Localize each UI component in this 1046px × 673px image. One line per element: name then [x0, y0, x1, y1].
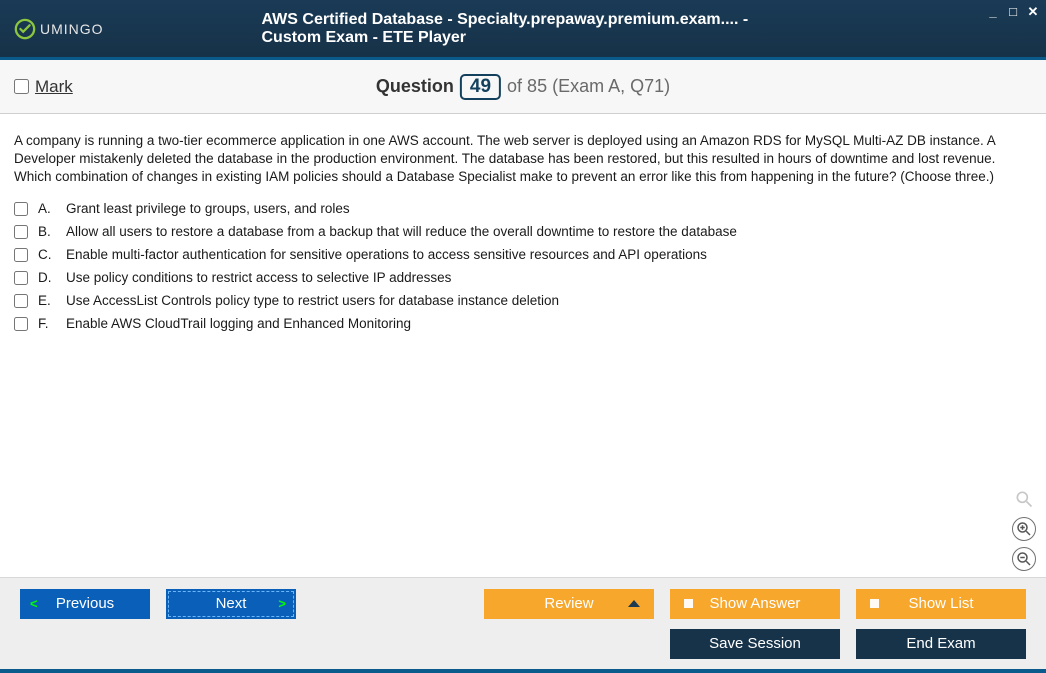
footer-bar: < Previous Next > Review Show Answer Sho… [0, 577, 1046, 673]
chevron-right-icon: > [278, 596, 286, 611]
zoom-tools [1012, 487, 1036, 571]
question-counter: Question 49 of 85 (Exam A, Q71) [376, 74, 670, 100]
title-bar: UMINGO AWS Certified Database - Specialt… [0, 0, 1046, 60]
option-letter: A. [38, 201, 56, 216]
square-icon [684, 599, 693, 608]
question-number: 49 [460, 74, 501, 100]
option-text: Use AccessList Controls policy type to r… [66, 293, 559, 308]
zoom-in-button[interactable] [1012, 517, 1036, 541]
question-info-bar: Mark Question 49 of 85 (Exam A, Q71) [0, 60, 1046, 114]
option-checkbox[interactable] [14, 248, 28, 262]
chevron-left-icon: < [30, 596, 38, 611]
button-label: Show Answer [710, 595, 801, 612]
question-of-text: of 85 (Exam A, Q71) [507, 76, 670, 97]
option-letter: C. [38, 247, 56, 262]
button-label: Next [216, 595, 247, 612]
option-e[interactable]: E. Use AccessList Controls policy type t… [14, 293, 1032, 308]
question-content: A company is running a two-tier ecommerc… [0, 114, 1046, 577]
footer-row-top: < Previous Next > Review Show Answer Sho… [20, 589, 1026, 619]
checkmark-logo-icon [14, 18, 36, 40]
app-logo: UMINGO [14, 18, 104, 40]
question-word: Question [376, 76, 454, 97]
button-label: Review [544, 595, 593, 612]
mark-label: Mark [35, 77, 73, 97]
option-a[interactable]: A. Grant least privilege to groups, user… [14, 201, 1032, 216]
option-letter: E. [38, 293, 56, 308]
option-letter: B. [38, 224, 56, 239]
previous-button[interactable]: < Previous [20, 589, 150, 619]
option-checkbox[interactable] [14, 225, 28, 239]
minimize-button[interactable]: _ [986, 4, 1000, 20]
review-button[interactable]: Review [484, 589, 654, 619]
maximize-button[interactable]: □ [1006, 4, 1020, 20]
button-label: Save Session [709, 635, 801, 652]
show-answer-button[interactable]: Show Answer [670, 589, 840, 619]
option-text: Allow all users to restore a database fr… [66, 224, 737, 239]
option-checkbox[interactable] [14, 271, 28, 285]
option-text: Enable multi-factor authentication for s… [66, 247, 707, 262]
option-c[interactable]: C. Enable multi-factor authentication fo… [14, 247, 1032, 262]
window-title: AWS Certified Database - Specialty.prepa… [262, 11, 785, 47]
window-controls: _ □ ✕ [986, 4, 1040, 20]
option-letter: D. [38, 270, 56, 285]
mark-checkbox[interactable] [14, 79, 29, 94]
square-icon [870, 599, 879, 608]
triangle-up-icon [628, 600, 640, 607]
zoom-out-button[interactable] [1012, 547, 1036, 571]
question-stem: A company is running a two-tier ecommerc… [14, 132, 1032, 187]
search-icon[interactable] [1012, 487, 1036, 511]
option-checkbox[interactable] [14, 317, 28, 331]
mark-checkbox-wrap[interactable]: Mark [14, 77, 73, 97]
save-session-button[interactable]: Save Session [670, 629, 840, 659]
option-text: Use policy conditions to restrict access… [66, 270, 451, 285]
logo-text: UMINGO [40, 21, 104, 37]
button-label: Show List [908, 595, 973, 612]
option-f[interactable]: F. Enable AWS CloudTrail logging and Enh… [14, 316, 1032, 331]
next-button[interactable]: Next > [166, 589, 296, 619]
option-checkbox[interactable] [14, 294, 28, 308]
end-exam-button[interactable]: End Exam [856, 629, 1026, 659]
footer-row-bottom: Save Session End Exam [20, 629, 1026, 659]
options-list: A. Grant least privilege to groups, user… [14, 201, 1032, 331]
option-text: Grant least privilege to groups, users, … [66, 201, 350, 216]
button-label: End Exam [906, 635, 975, 652]
option-text: Enable AWS CloudTrail logging and Enhanc… [66, 316, 411, 331]
show-list-button[interactable]: Show List [856, 589, 1026, 619]
option-b[interactable]: B. Allow all users to restore a database… [14, 224, 1032, 239]
option-checkbox[interactable] [14, 202, 28, 216]
button-label: Previous [56, 595, 114, 612]
option-d[interactable]: D. Use policy conditions to restrict acc… [14, 270, 1032, 285]
close-button[interactable]: ✕ [1026, 4, 1040, 20]
option-letter: F. [38, 316, 56, 331]
